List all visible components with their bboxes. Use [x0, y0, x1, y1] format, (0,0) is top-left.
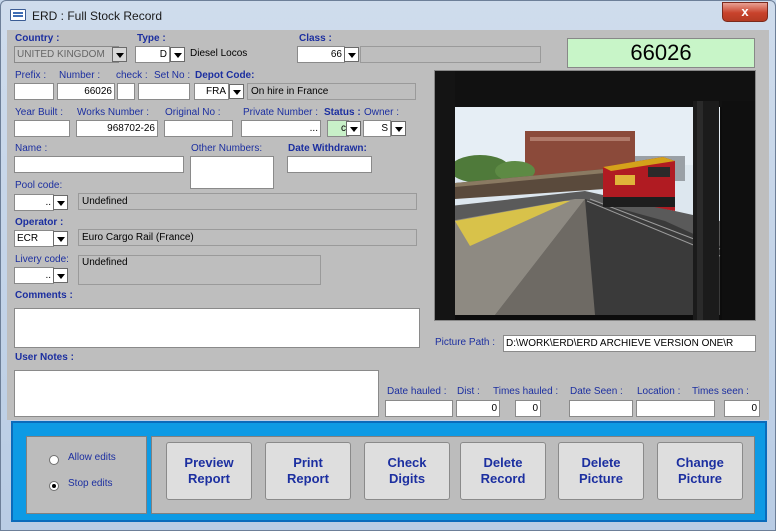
- works-number-field[interactable]: 968702-26: [76, 120, 158, 137]
- preview-report-button[interactable]: Preview Report: [166, 442, 252, 500]
- allow-edits-radio[interactable]: [49, 455, 59, 465]
- date-seen-field[interactable]: [569, 400, 633, 417]
- class-dropdown-icon[interactable]: [344, 47, 359, 62]
- owner-combo[interactable]: S: [363, 120, 391, 137]
- change-picture-button[interactable]: Change Picture: [657, 442, 743, 500]
- status-dropdown-icon[interactable]: [346, 121, 361, 136]
- check-digits-button[interactable]: Check Digits: [364, 442, 450, 500]
- times-seen-field[interactable]: 0: [724, 400, 760, 417]
- number-label: Number :: [59, 70, 101, 81]
- control-panel: Allow edits Stop edits Preview Report Pr…: [11, 421, 767, 522]
- window-title: ERD : Full Stock Record: [32, 9, 163, 23]
- delete-record-button[interactable]: Delete Record: [460, 442, 546, 500]
- operator-combo[interactable]: ECR: [14, 230, 54, 247]
- stop-edits-label[interactable]: Stop edits: [68, 478, 112, 489]
- set-no-field[interactable]: [138, 83, 190, 100]
- picture-path-field[interactable]: D:\WORK\ERD\ERD ARCHIEVE VERSION ONE\R: [503, 335, 756, 352]
- locomotive-photo: [434, 70, 756, 321]
- check-label: check :: [116, 70, 148, 81]
- times-hauled-field[interactable]: 0: [515, 400, 541, 417]
- date-seen-label: Date Seen :: [570, 386, 623, 397]
- date-hauled-field[interactable]: [385, 400, 453, 417]
- type-description: Diesel Locos: [187, 46, 297, 63]
- pool-code-label: Pool code:: [15, 180, 63, 191]
- status-label: Status :: [324, 107, 361, 118]
- action-buttons: Preview Report Print Report Check Digits…: [151, 436, 755, 514]
- depot-description: On hire in France: [247, 83, 416, 100]
- country-label: Country :: [15, 33, 60, 44]
- year-built-label: Year Built :: [15, 107, 63, 118]
- window: ERD : Full Stock Record x Country : UNIT…: [0, 0, 776, 531]
- railway-station-image: [435, 71, 755, 320]
- operator-label: Operator :: [15, 217, 64, 228]
- livery-code-label: Livery code:: [15, 254, 69, 265]
- user-notes-label: User Notes :: [15, 352, 74, 363]
- location-field[interactable]: [636, 400, 715, 417]
- date-withdrawn-field[interactable]: [287, 156, 372, 173]
- prefix-label: Prefix :: [15, 70, 47, 81]
- edit-mode-group: Allow edits Stop edits: [26, 436, 147, 514]
- pool-code-combo[interactable]: ..: [14, 194, 54, 211]
- title-bar: ERD : Full Stock Record x: [1, 1, 775, 29]
- depot-code-combo[interactable]: FRA: [194, 83, 229, 100]
- country-combo[interactable]: UNITED KINGDOM: [14, 46, 119, 63]
- other-numbers-label: Other Numbers:: [191, 143, 263, 154]
- date-hauled-label: Date hauled :: [387, 386, 447, 397]
- dist-label: Dist :: [457, 386, 480, 397]
- big-number-display: 66026: [567, 38, 755, 68]
- type-label: Type :: [137, 33, 166, 44]
- stop-edits-radio[interactable]: [49, 481, 59, 491]
- depot-dropdown-icon[interactable]: [229, 84, 244, 99]
- owner-dropdown-icon[interactable]: [391, 121, 406, 136]
- times-hauled-label: Times hauled :: [493, 386, 559, 397]
- type-code-combo[interactable]: D: [135, 46, 170, 63]
- class-combo[interactable]: 66: [297, 46, 345, 63]
- name-field[interactable]: [14, 156, 184, 173]
- comments-label: Comments :: [15, 290, 73, 301]
- location-label: Location :: [637, 386, 681, 397]
- allow-edits-label[interactable]: Allow edits: [68, 452, 116, 463]
- user-notes-field[interactable]: [14, 370, 379, 417]
- livery-description: Undefined: [78, 255, 321, 285]
- original-no-label: Original No :: [165, 107, 221, 118]
- pool-dropdown-icon[interactable]: [53, 195, 68, 210]
- times-seen-label: Times seen :: [692, 386, 749, 397]
- owner-label: Owner :: [364, 107, 400, 118]
- prefix-field[interactable]: [14, 83, 54, 100]
- comments-field[interactable]: [14, 308, 420, 348]
- private-number-field[interactable]: ...: [241, 120, 321, 137]
- country-dropdown-icon[interactable]: [112, 47, 127, 62]
- livery-code-combo[interactable]: ..: [14, 267, 54, 284]
- type-dropdown-icon[interactable]: [170, 47, 185, 62]
- picture-path-label: Picture Path :: [435, 337, 496, 348]
- stock-record-form: Country : UNITED KINGDOM Type : D Diesel…: [7, 30, 769, 420]
- original-no-field[interactable]: [164, 120, 233, 137]
- other-numbers-field[interactable]: [190, 156, 274, 189]
- works-number-label: Works Number :: [77, 107, 150, 118]
- set-no-label: Set No :: [154, 70, 191, 81]
- check-field[interactable]: [117, 83, 135, 100]
- operator-dropdown-icon[interactable]: [53, 231, 68, 246]
- close-button[interactable]: x: [722, 2, 768, 22]
- delete-picture-button[interactable]: Delete Picture: [558, 442, 644, 500]
- operator-description: Euro Cargo Rail (France): [78, 229, 417, 246]
- class-label: Class :: [299, 33, 332, 44]
- name-label: Name :: [15, 143, 48, 154]
- pool-description: Undefined: [78, 193, 417, 210]
- app-icon: [10, 9, 26, 21]
- date-withdrawn-label: Date Withdrawn:: [288, 143, 367, 154]
- print-report-button[interactable]: Print Report: [265, 442, 351, 500]
- year-built-field[interactable]: [14, 120, 70, 137]
- class-description: [360, 46, 541, 63]
- livery-dropdown-icon[interactable]: [53, 268, 68, 283]
- depot-code-label: Depot Code:: [195, 70, 255, 81]
- dist-field[interactable]: 0: [456, 400, 500, 417]
- number-field[interactable]: 66026: [57, 83, 115, 100]
- private-number-label: Private Number :: [243, 107, 319, 118]
